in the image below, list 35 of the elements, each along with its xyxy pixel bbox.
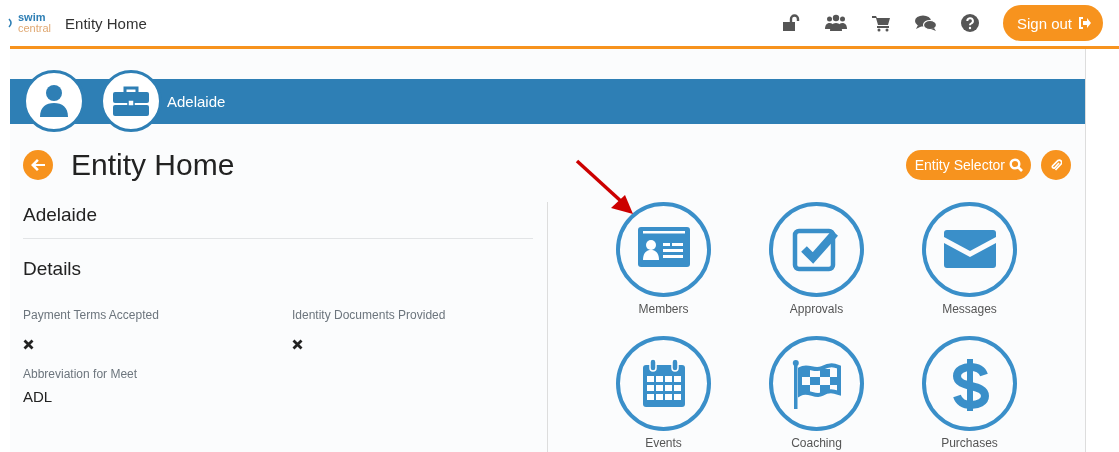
tile-button[interactable] [922,202,1017,297]
section-title: Details [23,257,83,281]
help-icon[interactable] [960,14,979,32]
tile-button[interactable] [922,336,1017,431]
tile-label[interactable]: Approvals [789,302,844,316]
field-label: Abbreviation for Meet [23,367,139,381]
tile-button[interactable] [616,336,711,431]
tile-label[interactable]: Messages [942,302,997,316]
tile-label[interactable]: Coaching [791,436,842,450]
search-icon [1009,158,1023,172]
tile-button[interactable] [769,202,864,297]
tile-label[interactable]: Purchases [941,436,998,450]
entity-name: Adelaide [167,93,226,110]
users-icon[interactable] [824,14,847,32]
tile-label[interactable]: Members [638,302,689,316]
field-label: Identity Documents Provided [292,308,447,322]
tile-button[interactable] [769,336,864,431]
tile-label[interactable]: Events [645,436,682,450]
logo-icon [8,18,13,28]
page-title: Entity Home [71,148,235,182]
chat-bubbles-icon[interactable] [914,14,937,32]
field-label: Payment Terms Accepted [23,308,160,322]
page-heading: Entity Home [65,14,147,32]
attachment-button[interactable] [1041,150,1071,180]
field-value: ADL [23,387,53,405]
sign-out-icon [1078,17,1091,29]
section-title: Adelaide [23,203,98,227]
arrow-left-icon [31,159,45,171]
logo-text: swim [18,12,47,23]
paperclip-icon [1050,158,1062,172]
padlock-icon[interactable] [780,14,801,32]
cart-icon[interactable] [870,14,891,32]
back-button[interactable] [23,150,53,180]
logo-text: central [18,23,52,34]
tile-button[interactable] [616,202,711,297]
